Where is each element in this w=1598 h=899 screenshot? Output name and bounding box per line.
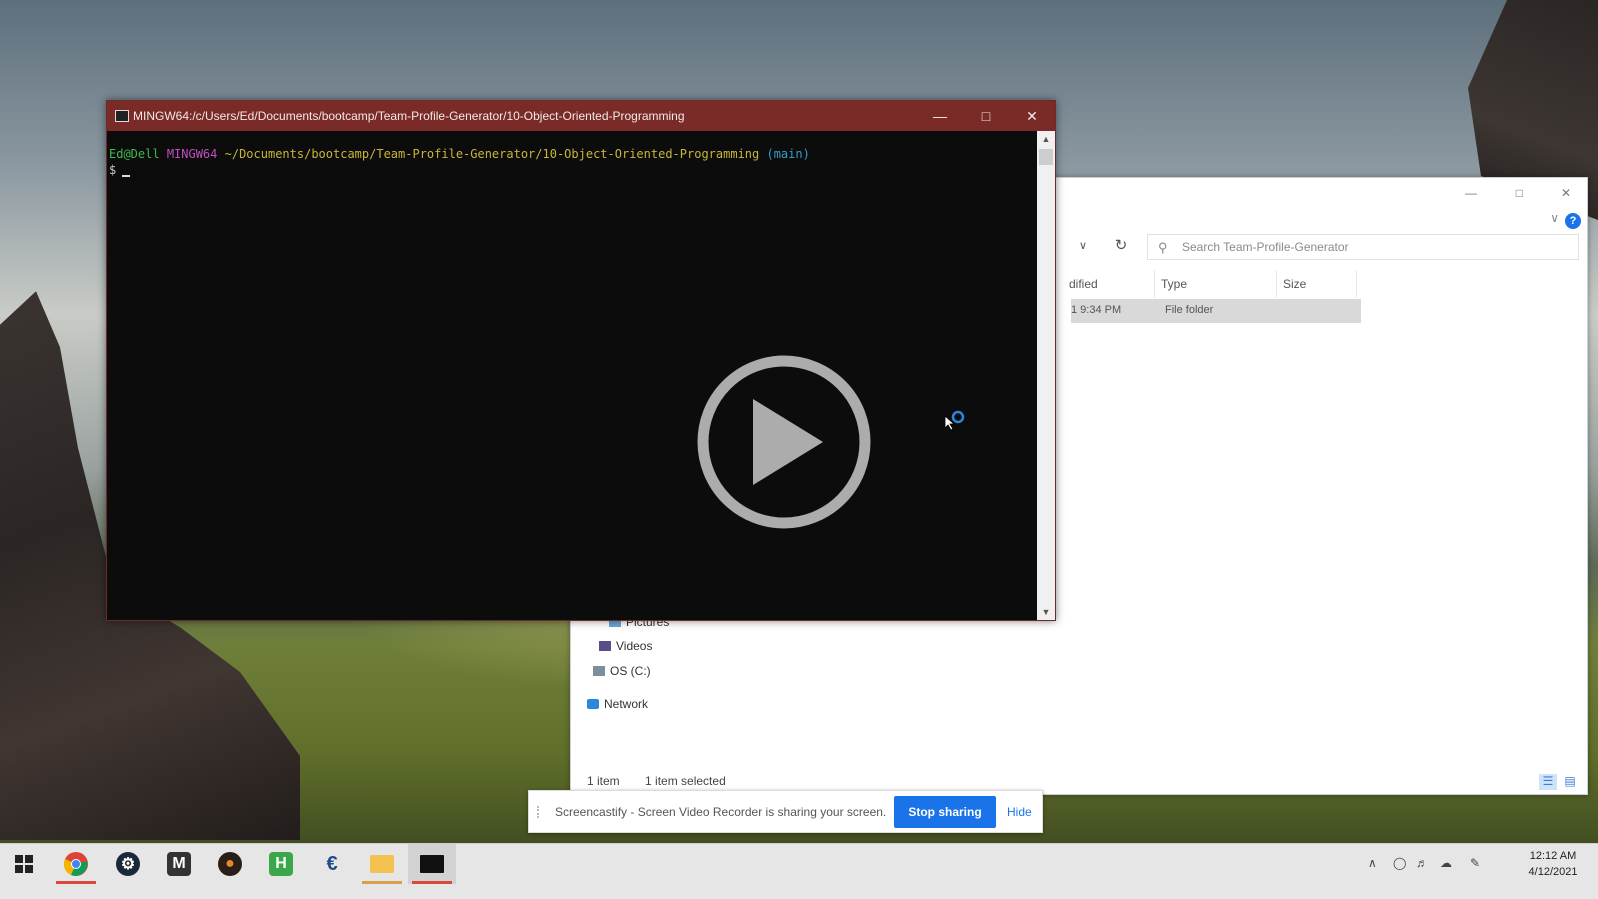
terminal-icon [420, 855, 444, 873]
status-bar: 1 item 1 item selected [587, 774, 748, 788]
close-button[interactable]: ✕ [1009, 101, 1055, 131]
refresh-icon[interactable]: ↻ [1109, 235, 1133, 257]
m-app-icon: M [167, 852, 191, 876]
terminal-scrollbar[interactable]: ▲ ▼ [1037, 131, 1055, 620]
close-icon[interactable]: ✕ [1561, 186, 1571, 200]
status-selected-count: 1 item selected [645, 774, 726, 788]
folder-icon [370, 855, 394, 873]
ribbon-expand-icon[interactable]: ∨ [1550, 211, 1559, 225]
file-row-selected[interactable]: 1 9:34 PM File folder [1071, 299, 1361, 323]
large-icons-view-icon[interactable]: ▤ [1561, 774, 1579, 790]
nav-item-videos[interactable]: Videos [599, 639, 652, 653]
stop-sharing-button[interactable]: Stop sharing [894, 796, 996, 828]
scroll-up-arrow-icon[interactable]: ▲ [1037, 131, 1055, 147]
taskbar-h-app[interactable]: H [257, 844, 305, 884]
column-header-modified[interactable]: dified [1063, 270, 1155, 298]
minimize-button[interactable]: — [917, 101, 963, 131]
details-view-icon[interactable]: ☰ [1539, 774, 1557, 790]
terminal-window[interactable]: MINGW64:/c/Users/Ed/Documents/bootcamp/T… [106, 100, 1056, 621]
prompt-env: MINGW64 [166, 147, 218, 161]
volume-icon[interactable]: ♬ [1416, 856, 1428, 870]
taskbar-file-explorer[interactable] [358, 844, 406, 884]
prompt-path: ~/Documents/bootcamp/Team-Profile-Genera… [224, 147, 760, 161]
network-icon [587, 699, 599, 709]
minimize-icon[interactable]: — [1465, 186, 1477, 200]
taskbar-chrome[interactable] [52, 844, 100, 884]
drag-handle-icon[interactable] [537, 806, 543, 818]
screen-sharing-bar: Screencastify - Screen Video Recorder is… [528, 790, 1043, 833]
maximize-button[interactable]: □ [963, 101, 1009, 131]
row-modified: 1 9:34 PM [1071, 304, 1122, 316]
sharing-message: Screencastify - Screen Video Recorder is… [555, 805, 887, 819]
taskbar-terminal[interactable] [408, 844, 456, 884]
search-input[interactable]: ⚲ Search Team-Profile-Generator [1147, 234, 1579, 260]
h-app-icon: H [269, 852, 293, 876]
videos-icon [599, 641, 611, 651]
help-icon[interactable]: ? [1565, 213, 1581, 229]
scroll-down-arrow-icon[interactable]: ▼ [1037, 604, 1055, 620]
terminal-prompt-line: Ed@Dell MINGW64 ~/Documents/bootcamp/Tea… [109, 147, 1038, 163]
nav-item-os-drive[interactable]: OS (C:) [593, 664, 651, 678]
row-type: File folder [1165, 304, 1214, 316]
system-clock[interactable]: 12:12 AM 4/12/2021 [1518, 848, 1588, 880]
scroll-thumb[interactable] [1039, 149, 1053, 165]
terminal-output[interactable]: Ed@Dell MINGW64 ~/Documents/bootcamp/Tea… [107, 131, 1038, 620]
prompt-user: Ed@Dell [109, 147, 160, 161]
e-app-icon: € [326, 852, 338, 875]
nav-item-network[interactable]: Network [587, 697, 648, 711]
column-header-size[interactable]: Size [1277, 270, 1357, 298]
onedrive-icon[interactable]: ☁ [1440, 856, 1452, 870]
network-tray-icon[interactable]: ◯ [1393, 856, 1406, 870]
running-indicator [362, 881, 402, 884]
taskbar-m-app[interactable]: M [155, 844, 203, 884]
nav-label: Network [604, 697, 649, 711]
terminal-input-line[interactable]: $ [109, 163, 1038, 179]
terminal-title-bar[interactable]: MINGW64:/c/Users/Ed/Documents/bootcamp/T… [107, 101, 1055, 131]
search-icon: ⚲ [1158, 240, 1168, 255]
status-item-count: 1 item [587, 774, 620, 788]
text-cursor [122, 175, 131, 177]
clock-time: 12:12 AM [1529, 850, 1577, 862]
video-play-icon[interactable] [695, 353, 873, 531]
show-hidden-icons-chevron-icon[interactable]: ∧ [1368, 856, 1377, 870]
search-placeholder: Search Team-Profile-Generator [1182, 240, 1349, 254]
nav-label: Videos [616, 639, 653, 653]
terminal-title: MINGW64:/c/Users/Ed/Documents/bootcamp/T… [133, 109, 685, 123]
taskbar-e-app[interactable]: € [308, 844, 356, 884]
windows-logo-icon [15, 855, 33, 873]
prompt-symbol: $ [109, 163, 117, 177]
address-history-chevron-icon[interactable]: ∨ [1079, 239, 1087, 252]
taskbar-hedgehog-app[interactable]: ● [206, 844, 254, 884]
drive-icon [593, 666, 605, 676]
terminal-app-icon [115, 110, 129, 122]
windows-start-button[interactable] [0, 844, 48, 884]
nav-label: OS (C:) [610, 664, 651, 678]
pen-workspace-icon[interactable]: ✎ [1470, 856, 1480, 870]
column-header-type[interactable]: Type [1155, 270, 1277, 298]
running-indicator [412, 881, 452, 884]
hedgehog-app-icon: ● [218, 852, 242, 876]
steam-icon: ⚙ [116, 852, 140, 876]
maximize-icon[interactable]: □ [1516, 186, 1523, 200]
hide-sharing-bar-link[interactable]: Hide [1007, 805, 1032, 819]
prompt-branch: (main) [766, 147, 810, 161]
running-indicator [56, 881, 96, 884]
taskbar: ⚙ M ● H € ∧ ◯ ♬ ☁ ✎ 12:12 AM 4/12/2021 [0, 843, 1598, 899]
taskbar-steam[interactable]: ⚙ [104, 844, 152, 884]
chrome-icon [63, 852, 88, 876]
clock-date: 4/12/2021 [1528, 866, 1578, 878]
busy-cursor-icon [944, 410, 965, 431]
